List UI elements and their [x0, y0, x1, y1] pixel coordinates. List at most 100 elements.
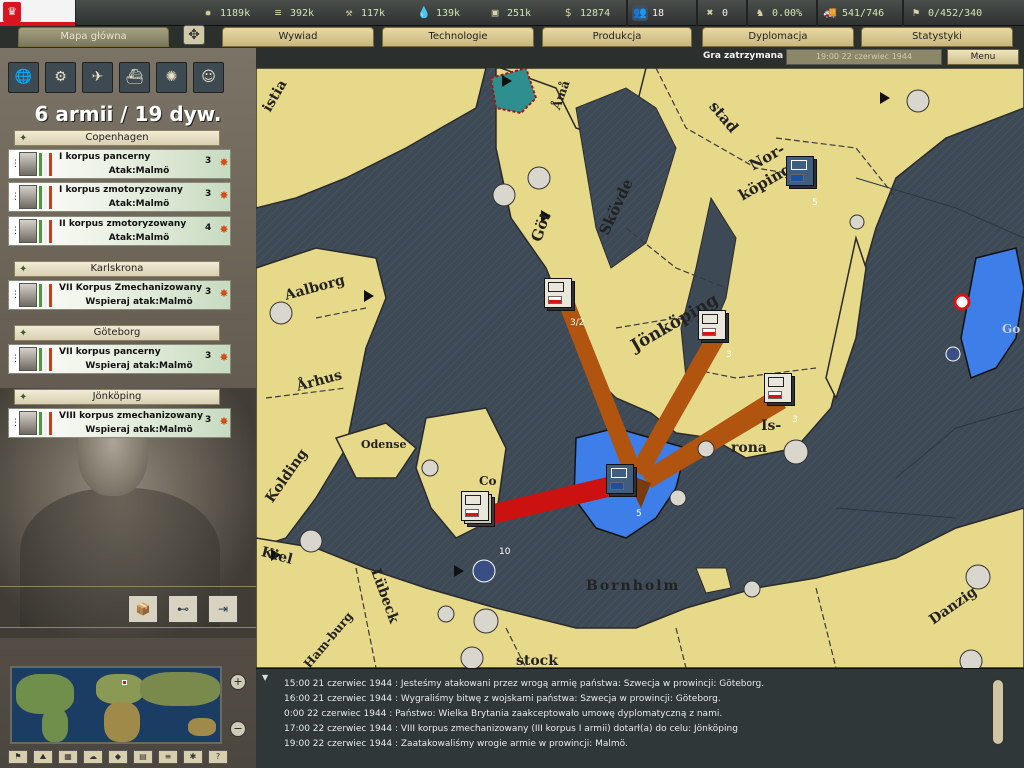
army-group-header[interactable]: ✦ Copenhagen [14, 130, 220, 146]
resource-supplies: ▣ 251k [487, 4, 531, 22]
map-label: Is- [761, 418, 782, 434]
tab-bar: Mapa główna Wywiad Technologie Produkcja… [0, 26, 1024, 48]
commander-photo [19, 347, 37, 371]
army-group-header[interactable]: ✦ Jönköping [14, 389, 220, 405]
infantry-icon [791, 160, 807, 170]
diplomacy-icon: ✖ [706, 6, 714, 19]
unit-counter[interactable]: 5 [606, 464, 642, 519]
log-entry: 19:00 22 czerwiec 1944 : Zaatakowaliśmy … [284, 739, 628, 749]
unit-counter[interactable]: 3 [698, 310, 732, 360]
supply-filter-icon[interactable]: ▦ [58, 750, 78, 764]
weather-filter-icon[interactable]: ☁ [83, 750, 103, 764]
army-command-bar: 📦 ⊷ ⇥ [0, 586, 256, 628]
resource-money: $12874 [560, 4, 610, 22]
unit-counter[interactable]: 5 [786, 156, 818, 208]
tab-technology[interactable]: Technologie [382, 27, 534, 47]
tab-intelligence[interactable]: Wywiad [222, 27, 374, 47]
log-entry: 15:00 21 czerwiec 1944 : Jesteśmy atakow… [284, 679, 765, 689]
army-row[interactable]: ⋮ VII Korpus Zmechanizowany Wspieraj ata… [8, 280, 231, 310]
leaders-icon[interactable]: ☺ [193, 62, 224, 93]
split-army-button[interactable]: ⊷ [168, 595, 198, 623]
move-army-button[interactable]: 📦 [128, 595, 158, 623]
attack-badge-icon: ✸ [219, 287, 229, 300]
sweden-flag-icon [610, 482, 624, 490]
dissent-icon: ♞ [756, 6, 764, 19]
army-row[interactable]: ⋮ VIII korpus zmechanizowany Wspieraj at… [8, 408, 231, 438]
resource-energy: ✹ 1189k [200, 4, 250, 22]
attack-badge-icon: ✸ [219, 156, 229, 169]
infantry-icon [548, 282, 564, 292]
minimap[interactable] [10, 666, 222, 744]
world-map[interactable]: Åmå stad Skövde Göt Nor- köping Jönköpin… [256, 68, 1024, 668]
resource-metal: ≡ 392k [270, 4, 314, 22]
expand-button[interactable]: ✥ [183, 25, 205, 45]
resource-rare: ⚒ 117k [341, 4, 385, 22]
unit-counter[interactable]: 10 [461, 491, 510, 557]
tab-diplomacy[interactable]: Dyplomacja [702, 27, 854, 47]
map-label: Co [479, 474, 497, 488]
tab-production[interactable]: Produkcja [542, 27, 692, 47]
zoom-out-button[interactable]: − [230, 721, 246, 737]
army-row[interactable]: ⋮ VII korpus pancerny Wspieraj atak:Malm… [8, 344, 231, 374]
province-icon: ✦ [19, 264, 28, 275]
naval-units-icon[interactable]: ⛴ [119, 62, 150, 93]
resource-oil: 💧 139k [417, 6, 461, 19]
status-row: Gra zatrzymana 19:00 22 czerwiec 1944 Me… [256, 48, 1024, 68]
globe-view-icon[interactable]: 🌐 [8, 62, 39, 93]
unit-counter[interactable]: 3/2 [544, 278, 584, 328]
land-units-icon[interactable]: ⚙ [45, 62, 76, 93]
army-group-header[interactable]: ✦ Göteborg [14, 325, 220, 341]
resource-dissent: ♞ 0.00% [752, 4, 802, 22]
merge-army-button[interactable]: ⇥ [208, 595, 238, 623]
poland-flag-icon [465, 509, 479, 517]
rare-materials-icon: ⚒ [345, 6, 353, 19]
log-entry: 17:00 22 czerwiec 1944 : VIII korpus zme… [284, 724, 738, 734]
attack-badge-icon: ✸ [219, 189, 229, 202]
event-log: ▼ 15:00 21 czerwiec 1944 : Jesteśmy atak… [256, 668, 1024, 768]
poland-flag-icon [548, 296, 562, 304]
terrain-filter-icon[interactable]: ⛰ [33, 750, 53, 764]
commander-photo [19, 219, 37, 243]
resource-transport: 🚚 541/746 [823, 6, 885, 19]
log-entry: 16:00 21 czerwiec 1944 : Wygraliśmy bitw… [284, 694, 721, 704]
infra-filter-icon[interactable]: ≡ [158, 750, 178, 764]
poland-flag-icon [702, 328, 716, 336]
resource-filter-icon[interactable]: ◆ [108, 750, 128, 764]
view-mode-buttons: 🌐 ⚙ ✈ ⛴ ✺ ☺ [8, 62, 224, 93]
air-units-icon[interactable]: ✈ [82, 62, 113, 93]
game-window: ✹ 1189k ≡ 392k ⚒ 117k 💧 139k ▣ 251k $12874 👥 1… [0, 0, 1024, 768]
eagle-icon: ♛ [3, 2, 21, 22]
log-scrollbar[interactable] [992, 679, 1004, 745]
infantry-icon [611, 468, 627, 478]
province-icon: ✦ [19, 328, 28, 339]
commander-photo [19, 411, 37, 435]
resource-bar: ✹ 1189k ≡ 392k ⚒ 117k 💧 139k ▣ 251k $12874 👥 1… [0, 0, 1024, 26]
tab-main-map[interactable]: Mapa główna [18, 27, 169, 47]
army-row[interactable]: ⋮ I korpus pancerny Atak:Malmö 3 ✸ [8, 149, 231, 179]
mechanized-icon [768, 377, 784, 387]
info-filter-icon[interactable]: ? [208, 750, 228, 764]
army-panel: 🌐 ⚙ ✈ ⛴ ✺ ☺ 6 armii / 19 dyw. ✦ Copenhage… [0, 48, 256, 768]
tab-statistics[interactable]: Statystyki [861, 27, 1013, 47]
industry-filter-icon[interactable]: ▤ [133, 750, 153, 764]
army-row[interactable]: ⋮ I korpus zmotoryzowany Atak:Malmö 3 ✸ [8, 182, 231, 212]
army-row[interactable]: ⋮ II korpus zmotoryzowany Atak:Malmö 4 ✸ [8, 216, 231, 246]
attack-badge-icon: ✸ [219, 351, 229, 364]
settings-filter-icon[interactable]: ✱ [183, 750, 203, 764]
zoom-in-button[interactable]: + [230, 674, 246, 690]
unit-counter[interactable]: 3 [764, 373, 798, 425]
energy-icon: ✹ [204, 6, 212, 19]
log-entry: 0:00 22 czerwiec 1944 : Państwo: Wielka … [284, 709, 723, 719]
manpower-icon: 👥 [632, 5, 648, 21]
collapse-arrow-icon[interactable]: ▼ [262, 673, 268, 682]
poland-flag-icon [768, 391, 782, 399]
attack-badge-icon: ✸ [219, 223, 229, 236]
resource-diplomacy: ✖ 0 [702, 4, 728, 22]
flag-filter-icon[interactable]: ⚑ [8, 750, 28, 764]
map-label: Go [1002, 322, 1021, 336]
army-group-header[interactable]: ✦ Karlskrona [14, 261, 220, 277]
menu-button[interactable]: Menu [947, 49, 1019, 65]
game-date[interactable]: 19:00 22 czerwiec 1944 [786, 49, 942, 65]
attack-badge-icon: ✸ [219, 415, 229, 428]
nuke-icon[interactable]: ✺ [156, 62, 187, 93]
